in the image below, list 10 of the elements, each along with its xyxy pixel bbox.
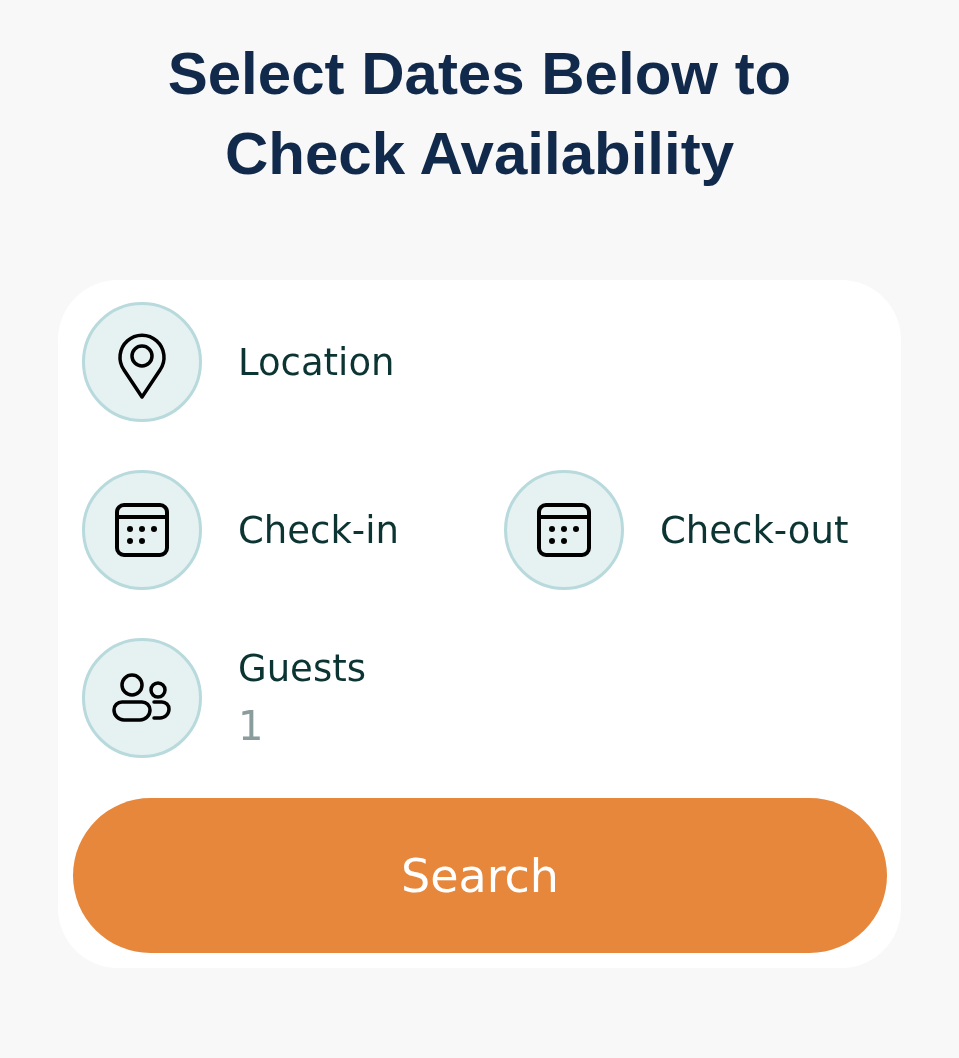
check-in-field[interactable]: Check-in (82, 470, 504, 590)
location-pin-icon (82, 302, 202, 422)
guests-label: Guests (238, 646, 367, 692)
people-icon (82, 638, 202, 758)
calendar-icon (504, 470, 624, 590)
location-field[interactable]: Location (82, 302, 395, 422)
guests-input[interactable]: 1 (238, 702, 538, 750)
check-out-field[interactable]: Check-out (504, 470, 849, 590)
calendar-icon (82, 470, 202, 590)
page-heading: Select Dates Below to Check Availability (166, 39, 793, 189)
